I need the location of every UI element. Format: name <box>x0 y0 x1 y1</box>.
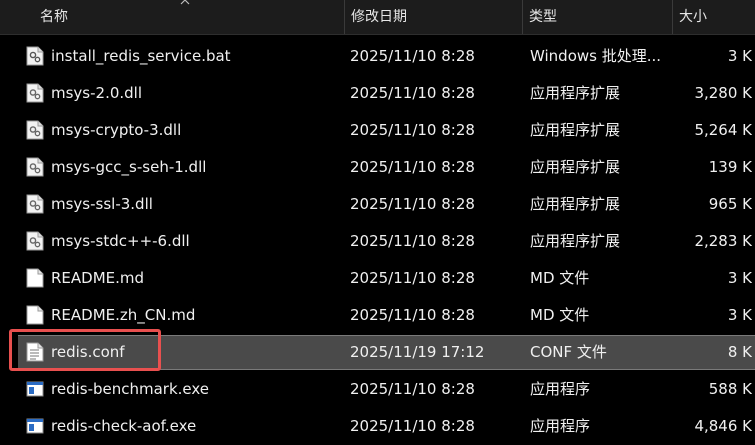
file-name: install_redis_service.bat <box>51 47 231 65</box>
text-file-icon <box>26 342 44 362</box>
dll-file-icon <box>26 120 44 140</box>
file-name: README.zh_CN.md <box>51 306 196 324</box>
file-modified-date: 2025/11/10 8:28 <box>350 269 475 287</box>
file-name: redis-benchmark.exe <box>51 380 210 398</box>
column-header-type-label: 类型 <box>529 9 557 25</box>
dll-file-icon <box>26 83 44 103</box>
file-type: 应用程序扩展 <box>530 232 621 250</box>
file-row[interactable]: msys-2.0.dll 2025/11/10 8:28 应用程序扩展 3,280 K <box>0 75 755 112</box>
file-size: 588 K <box>708 380 752 398</box>
exe-file-icon <box>26 379 44 399</box>
column-header-date-label: 修改日期 <box>351 9 407 25</box>
file-modified-date: 2025/11/19 17:12 <box>350 343 485 361</box>
file-row[interactable]: redis-check-aof.exe 2025/11/10 8:28 应用程序 4,… <box>0 408 755 445</box>
file-list: install_redis_service.bat 2025/11/10 8:28… <box>0 38 755 445</box>
file-row[interactable]: msys-gcc_s-seh-1.dll 2025/11/10 8:28 应用程序扩… <box>0 149 755 186</box>
column-header-date[interactable]: 修改日期 <box>344 0 522 34</box>
file-name: msys-2.0.dll <box>51 84 143 102</box>
file-modified-date: 2025/11/10 8:28 <box>350 232 475 250</box>
file-type: 应用程序扩展 <box>530 84 621 102</box>
file-type: MD 文件 <box>530 269 590 287</box>
file-type: CONF 文件 <box>530 343 607 361</box>
file-type: Windows 批处理... <box>530 47 662 65</box>
file-size: 2,283 K <box>694 232 752 250</box>
file-row[interactable]: README.zh_CN.md 2025/11/10 8:28 MD 文件 3 K <box>0 297 755 334</box>
document-file-icon <box>26 305 44 325</box>
document-file-icon <box>26 268 44 288</box>
file-size: 965 K <box>708 195 752 213</box>
column-header-size[interactable]: 大小 <box>672 0 755 34</box>
file-type: 应用程序扩展 <box>530 158 621 176</box>
file-name: redis-check-aof.exe <box>51 417 197 435</box>
exe-file-icon <box>26 416 44 436</box>
file-modified-date: 2025/11/10 8:28 <box>350 417 475 435</box>
file-row[interactable]: msys-ssl-3.dll 2025/11/10 8:28 应用程序扩展 965 K <box>0 186 755 223</box>
file-name: msys-ssl-3.dll <box>51 195 153 213</box>
file-size: 3 K <box>727 47 752 65</box>
dll-file-icon <box>26 231 44 251</box>
file-name: redis.conf <box>51 343 125 361</box>
file-size: 3 K <box>727 306 752 324</box>
dll-file-icon <box>26 194 44 214</box>
file-modified-date: 2025/11/10 8:28 <box>350 380 475 398</box>
file-size: 3 K <box>727 269 752 287</box>
file-row[interactable]: install_redis_service.bat 2025/11/10 8:28… <box>0 38 755 75</box>
file-size: 8 K <box>727 343 752 361</box>
file-row[interactable]: redis-benchmark.exe 2025/11/10 8:28 应用程序 58… <box>0 371 755 408</box>
column-header: 名称 修改日期 类型 大小 <box>0 0 755 35</box>
file-modified-date: 2025/11/10 8:28 <box>350 47 475 65</box>
file-row[interactable]: redis.conf 2025/11/19 17:12 CONF 文件 8 K <box>0 334 755 371</box>
dll-file-icon <box>26 157 44 177</box>
file-size: 139 K <box>708 158 752 176</box>
file-type: 应用程序扩展 <box>530 195 621 213</box>
column-header-name-label: 名称 <box>40 9 68 25</box>
file-type: MD 文件 <box>530 306 590 324</box>
column-header-size-label: 大小 <box>679 9 707 25</box>
file-type: 应用程序扩展 <box>530 121 621 139</box>
file-name: msys-crypto-3.dll <box>51 121 182 139</box>
file-size: 4,846 K <box>694 417 752 435</box>
file-row[interactable]: msys-stdc++-6.dll 2025/11/10 8:28 应用程序扩展 2,… <box>0 223 755 260</box>
file-name: msys-stdc++-6.dll <box>51 232 190 250</box>
file-modified-date: 2025/11/10 8:28 <box>350 158 475 176</box>
column-header-type[interactable]: 类型 <box>522 0 672 34</box>
file-size: 5,264 K <box>694 121 752 139</box>
file-type: 应用程序 <box>530 417 591 435</box>
file-name: msys-gcc_s-seh-1.dll <box>51 158 207 176</box>
file-modified-date: 2025/11/10 8:28 <box>350 121 475 139</box>
file-modified-date: 2025/11/10 8:28 <box>350 84 475 102</box>
file-row[interactable]: README.md 2025/11/10 8:28 MD 文件 3 K <box>0 260 755 297</box>
sort-ascending-icon <box>180 0 190 5</box>
file-type: 应用程序 <box>530 380 591 398</box>
file-name: README.md <box>51 269 145 287</box>
file-modified-date: 2025/11/10 8:28 <box>350 195 475 213</box>
batch-file-icon <box>26 46 44 66</box>
file-modified-date: 2025/11/10 8:28 <box>350 306 475 324</box>
file-size: 3,280 K <box>694 84 752 102</box>
file-row[interactable]: msys-crypto-3.dll 2025/11/10 8:28 应用程序扩展 5,… <box>0 112 755 149</box>
